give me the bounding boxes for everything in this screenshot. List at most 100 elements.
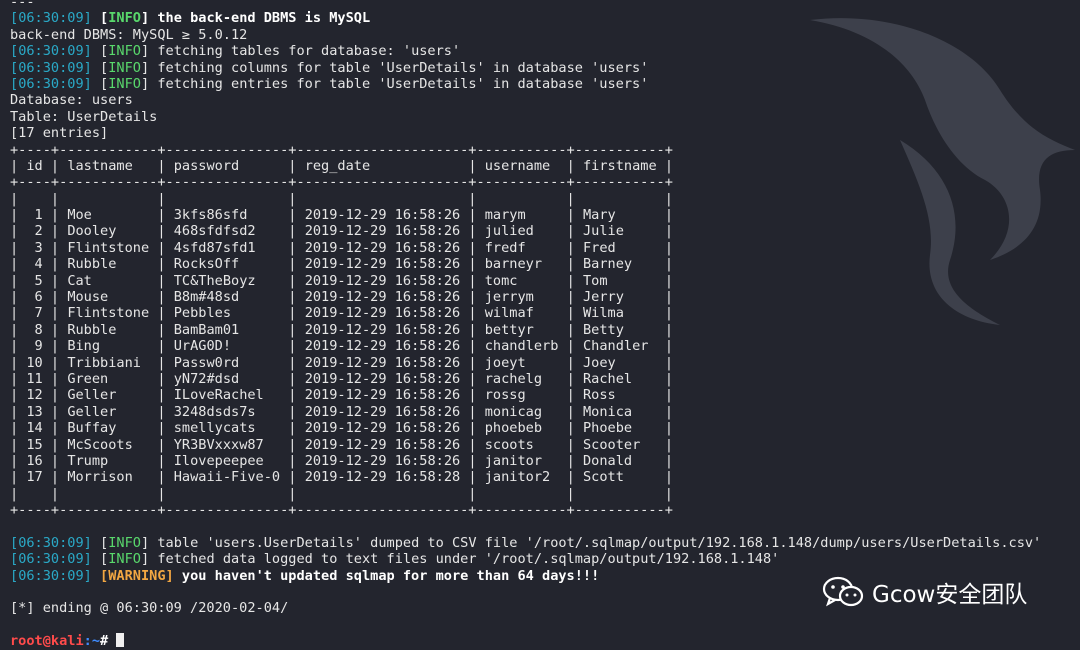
cell-password: RocksOff <box>173 256 281 273</box>
cell-id: 1 <box>26 207 43 224</box>
cell-lastname: Cat <box>67 272 150 289</box>
cell-password: 3248dsds7s <box>173 403 281 420</box>
cell-lastname: Rubble <box>67 256 150 273</box>
log-message: table 'users.UserDetails' dumped to CSV … <box>157 534 1042 551</box>
cell-reg_date: 2019-12-29 16:58:26 <box>304 272 461 289</box>
log-level: INFO <box>108 551 141 568</box>
cell-username: scoots <box>484 436 559 453</box>
cell-username: janitor2 <box>484 469 559 486</box>
table-row: | 9 | Bing | UrAG0D! | 2019-12-29 16:58:… <box>10 338 674 355</box>
column-header-password: password <box>173 157 281 174</box>
shell-prompt[interactable]: root@kali:~# <box>10 633 1072 649</box>
cell-reg_date: 2019-12-29 16:58:26 <box>304 436 461 453</box>
prompt-symbol: # <box>100 633 109 650</box>
cell-id: 3 <box>26 239 43 256</box>
table-row: | 5 | Cat | TC&TheBoyz | 2019-12-29 16:5… <box>10 272 674 289</box>
cell-id: 16 <box>26 452 43 469</box>
log-line: [06:30:09] [INFO] fetched data logged to… <box>10 551 780 568</box>
log-timestamp: 06:30:09 <box>18 59 84 76</box>
cell-reg_date: 2019-12-29 16:58:26 <box>304 289 461 306</box>
table-row: | 4 | Rubble | RocksOff | 2019-12-29 16:… <box>10 256 674 273</box>
log-line: [06:30:09] [INFO] the back-end DBMS is M… <box>10 10 371 27</box>
cell-password: YR3BVxxxw87 <box>173 436 281 453</box>
table-row: | 8 | Rubble | BamBam01 | 2019-12-29 16:… <box>10 321 674 338</box>
cell-reg_date: 2019-12-29 16:58:26 <box>304 321 461 338</box>
table-line: Table: UserDetails <box>10 108 158 125</box>
table-row: | 10 | Tribbiani | Passw0rd | 2019-12-29… <box>10 354 674 371</box>
log-level: INFO <box>108 534 141 551</box>
cell-id: 9 <box>26 338 43 355</box>
cell-firstname: Phoebe <box>582 420 657 437</box>
cell-firstname: Tom <box>582 272 657 289</box>
table-row: | 15 | McScoots | YR3BVxxxw87 | 2019-12-… <box>10 436 674 453</box>
column-header-id: id <box>26 157 43 174</box>
cell-lastname: Geller <box>67 403 150 420</box>
cell-firstname: Ross <box>582 387 657 404</box>
table-row: | 13 | Geller | 3248dsds7s | 2019-12-29 … <box>10 403 674 420</box>
cell-username: barneyr <box>484 256 559 273</box>
cell-firstname: Joey <box>582 354 657 371</box>
terminal-output: --- [06:30:09] [INFO] the back-end DBMS … <box>10 0 1072 650</box>
log-message: fetching tables for database: 'users' <box>157 43 461 60</box>
cursor[interactable] <box>116 633 125 648</box>
cell-reg_date: 2019-12-29 16:58:26 <box>304 223 461 240</box>
cell-username: jerrym <box>484 289 559 306</box>
cell-firstname: Scooter <box>582 436 657 453</box>
table-spacer: | | | | | | | <box>10 485 673 502</box>
cell-lastname: Bing <box>67 338 150 355</box>
cell-lastname: Moe <box>67 207 150 224</box>
cell-password: smellycats <box>173 420 281 437</box>
cell-id: 15 <box>26 436 43 453</box>
cell-firstname: Mary <box>582 207 657 224</box>
cell-lastname: Buffay <box>67 420 150 437</box>
cell-reg_date: 2019-12-29 16:58:26 <box>304 305 461 322</box>
cell-password: TC&TheBoyz <box>173 272 281 289</box>
log-line: [06:30:09] [INFO] table 'users.UserDetai… <box>10 534 1042 551</box>
cell-firstname: Wilma <box>582 305 657 322</box>
cell-lastname: Rubble <box>67 321 150 338</box>
log-level: INFO <box>108 75 141 92</box>
entries-count: [17 entries] <box>10 125 109 142</box>
log-message: you haven't updated sqlmap for more than… <box>181 567 600 584</box>
dbms-line: back-end DBMS: MySQL ≥ 5.0.12 <box>10 26 248 43</box>
cell-reg_date: 2019-12-29 16:58:26 <box>304 452 461 469</box>
prompt-path: :~ <box>83 633 101 650</box>
cell-firstname: Betty <box>582 321 657 338</box>
cell-firstname: Chandler <box>582 338 657 355</box>
log-message: fetching columns for table 'UserDetails'… <box>157 59 649 76</box>
cell-password: Pebbles <box>173 305 281 322</box>
cell-username: monicag <box>484 403 559 420</box>
log-line: [06:30:09] [INFO] fetching tables for da… <box>10 43 461 60</box>
log-line: [06:30:09] [INFO] fetching entries for t… <box>10 75 649 92</box>
table-row: | 11 | Green | yN72#dsd | 2019-12-29 16:… <box>10 370 674 387</box>
cell-firstname: Scott <box>582 469 657 486</box>
cell-firstname: Fred <box>582 239 657 256</box>
cell-reg_date: 2019-12-29 16:58:26 <box>304 387 461 404</box>
cell-lastname: Green <box>67 370 150 387</box>
cell-password: 468sfdfsd2 <box>173 223 281 240</box>
log-timestamp: 06:30:09 <box>18 43 84 60</box>
cell-lastname: Tribbiani <box>67 354 150 371</box>
cell-id: 13 <box>26 403 43 420</box>
database-line: Database: users <box>10 92 133 109</box>
cell-password: Passw0rd <box>173 354 281 371</box>
cell-reg_date: 2019-12-29 16:58:28 <box>304 469 461 486</box>
log-message: fetched data logged to text files under … <box>157 551 780 568</box>
cell-username: janitor <box>484 452 559 469</box>
cell-id: 6 <box>26 289 43 306</box>
table-spacer: | | | | | | | <box>10 190 673 207</box>
cell-password: 3kfs86sfd <box>173 207 281 224</box>
cell-reg_date: 2019-12-29 16:58:26 <box>304 354 461 371</box>
cell-lastname: Geller <box>67 387 150 404</box>
prompt-user-host: root@kali <box>10 633 84 650</box>
cell-lastname: Trump <box>67 452 150 469</box>
cell-reg_date: 2019-12-29 16:58:26 <box>304 370 461 387</box>
cell-username: joeyt <box>484 354 559 371</box>
log-level: INFO <box>108 10 141 27</box>
table-row: | 7 | Flintstone | Pebbles | 2019-12-29 … <box>10 305 674 322</box>
cell-password: Ilovepeepee <box>173 452 281 469</box>
table-row: | 6 | Mouse | B8m#48sd | 2019-12-29 16:5… <box>10 289 674 306</box>
table-border: +----+------------+---------------+-----… <box>10 174 673 191</box>
separator-line: --- <box>10 0 35 10</box>
cell-id: 10 <box>26 354 43 371</box>
